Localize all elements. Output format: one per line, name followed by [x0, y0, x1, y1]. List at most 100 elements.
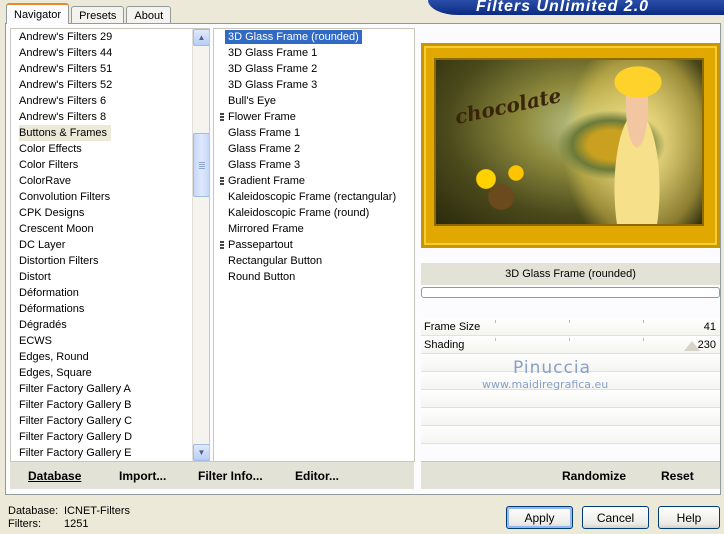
filter-item[interactable]: Glass Frame 2: [214, 141, 414, 157]
tick-mark: [495, 338, 496, 341]
preview-image: chocolate: [421, 43, 720, 248]
apply-button[interactable]: Apply: [506, 506, 573, 529]
filter-item[interactable]: 3D Glass Frame 1: [214, 45, 414, 61]
filter-label: Glass Frame 1: [228, 127, 301, 139]
category-item[interactable]: CPK Designs: [11, 205, 193, 221]
category-label: Andrew's Filters 44: [19, 47, 113, 59]
help-button[interactable]: Help: [658, 506, 720, 529]
category-item[interactable]: Filter Factory Gallery D: [11, 429, 193, 445]
tab-about[interactable]: About: [126, 6, 172, 24]
category-label: Filter Factory Gallery C: [19, 415, 133, 427]
filter-items: 3D Glass Frame (rounded) 3D Glass Frame 1…: [214, 29, 414, 285]
category-item[interactable]: Edges, Square: [11, 365, 193, 381]
category-label: ECWS: [19, 335, 52, 347]
param-label: Shading: [424, 339, 465, 351]
category-item[interactable]: Crescent Moon: [11, 221, 193, 237]
category-item[interactable]: Distort: [11, 269, 193, 285]
import-button[interactable]: Import...: [119, 469, 166, 483]
category-item[interactable]: Edges, Round: [11, 349, 193, 365]
filter-item[interactable]: Glass Frame 1: [214, 125, 414, 141]
category-item[interactable]: Andrew's Filters 51: [11, 61, 193, 77]
app-title-banner: Filters Unlimited 2.0: [428, 0, 724, 15]
scroll-thumb[interactable]: [193, 133, 209, 197]
param-frame-size[interactable]: Frame Size 41: [421, 318, 720, 336]
chevron-down-icon[interactable]: ▼: [193, 444, 209, 461]
filter-item[interactable]: Gradient Frame: [214, 173, 414, 189]
filter-item[interactable]: Rectangular Button: [214, 253, 414, 269]
category-label: Color Effects: [19, 143, 82, 155]
filter-item[interactable]: 3D Glass Frame 3: [214, 77, 414, 93]
category-item[interactable]: Filter Factory Gallery C: [11, 413, 193, 429]
filter-item[interactable]: Round Button: [214, 269, 414, 285]
category-item[interactable]: Andrew's Filters 52: [11, 77, 193, 93]
category-label: Buttons & Frames: [19, 125, 112, 141]
category-item[interactable]: Filter Factory Gallery B: [11, 397, 193, 413]
category-item[interactable]: Andrew's Filters 6: [11, 93, 193, 109]
category-item[interactable]: Color Effects: [11, 141, 193, 157]
cancel-button[interactable]: Cancel: [582, 506, 649, 529]
category-item[interactable]: Convolution Filters: [11, 189, 193, 205]
category-label: Dégradés: [19, 319, 67, 331]
tick-mark: [495, 320, 496, 323]
filter-list[interactable]: 3D Glass Frame (rounded) 3D Glass Frame 1…: [213, 28, 415, 462]
category-item[interactable]: ECWS: [11, 333, 193, 349]
randomize-button[interactable]: Randomize: [562, 469, 626, 483]
progress-bar: [421, 287, 720, 298]
tab-presets[interactable]: Presets: [71, 6, 125, 24]
category-label: Filter Factory Gallery B: [19, 399, 132, 411]
hat-shape: [608, 62, 668, 102]
filter-item[interactable]: Kaleidoscopic Frame (rectangular): [214, 189, 414, 205]
filter-item[interactable]: 3D Glass Frame (rounded): [214, 29, 414, 45]
database-button[interactable]: Database: [28, 469, 81, 483]
category-label: Convolution Filters: [19, 191, 111, 203]
filter-item[interactable]: 3D Glass Frame 2: [214, 61, 414, 77]
filter-item[interactable]: Mirrored Frame: [214, 221, 414, 237]
editor-button[interactable]: Editor...: [295, 469, 339, 483]
tab-navigator[interactable]: Navigator: [6, 3, 70, 24]
category-item[interactable]: DC Layer: [11, 237, 193, 253]
filter-label: Kaleidoscopic Frame (rectangular): [228, 191, 397, 203]
submenu-marker-icon: [220, 113, 224, 122]
category-item[interactable]: Buttons & Frames: [11, 125, 193, 141]
category-label: ColorRave: [19, 175, 71, 187]
category-label: Crescent Moon: [19, 223, 94, 235]
filter-label: Passepartout: [228, 239, 293, 251]
category-item[interactable]: Color Filters: [11, 157, 193, 173]
filter-item[interactable]: Bull's Eye: [214, 93, 414, 109]
category-item[interactable]: ColorRave: [11, 173, 193, 189]
category-item[interactable]: Filter Factory Gallery A: [11, 381, 193, 397]
filter-label: Rectangular Button: [228, 255, 323, 267]
category-label: Color Filters: [19, 159, 79, 171]
category-list[interactable]: Andrew's Filters 29 Andrew's Filters 44 An…: [10, 28, 210, 462]
chevron-up-icon[interactable]: ▲: [193, 29, 209, 46]
filter-label: 3D Glass Frame 2: [228, 63, 318, 75]
filter-item[interactable]: Kaleidoscopic Frame (round): [214, 205, 414, 221]
tick-mark: [569, 338, 570, 341]
category-item[interactable]: Déformation: [11, 285, 193, 301]
category-item[interactable]: Distortion Filters: [11, 253, 193, 269]
param-value: 230: [697, 339, 716, 351]
filter-item[interactable]: Glass Frame 3: [214, 157, 414, 173]
category-scrollbar[interactable]: ▲ ▼: [192, 29, 209, 461]
reset-button[interactable]: Reset: [661, 469, 694, 483]
category-item[interactable]: Andrew's Filters 44: [11, 45, 193, 61]
category-label: DC Layer: [19, 239, 66, 251]
filter-item[interactable]: Passepartout: [214, 237, 414, 253]
category-items: Andrew's Filters 29 Andrew's Filters 44 An…: [11, 29, 193, 461]
category-item[interactable]: Andrew's Filters 8: [11, 109, 193, 125]
param-shading[interactable]: Shading 230: [421, 336, 720, 354]
category-item[interactable]: Filter Factory Gallery E: [11, 445, 193, 461]
category-label: Andrew's Filters 6: [19, 95, 107, 107]
category-item[interactable]: Déformations: [11, 301, 193, 317]
category-label: Edges, Square: [19, 367, 92, 379]
current-filter-name: 3D Glass Frame (rounded): [421, 263, 720, 285]
flowers-shape: [456, 155, 556, 215]
category-item[interactable]: Dégradés: [11, 317, 193, 333]
tick-mark: [643, 338, 644, 341]
category-item[interactable]: Andrew's Filters 29: [11, 29, 193, 45]
category-label: CPK Designs: [19, 207, 85, 219]
filter-info-button[interactable]: Filter Info...: [198, 469, 263, 483]
right-toolbar: Randomize Reset: [421, 461, 720, 489]
grip-icon: [199, 162, 205, 169]
filter-item[interactable]: Flower Frame: [214, 109, 414, 125]
